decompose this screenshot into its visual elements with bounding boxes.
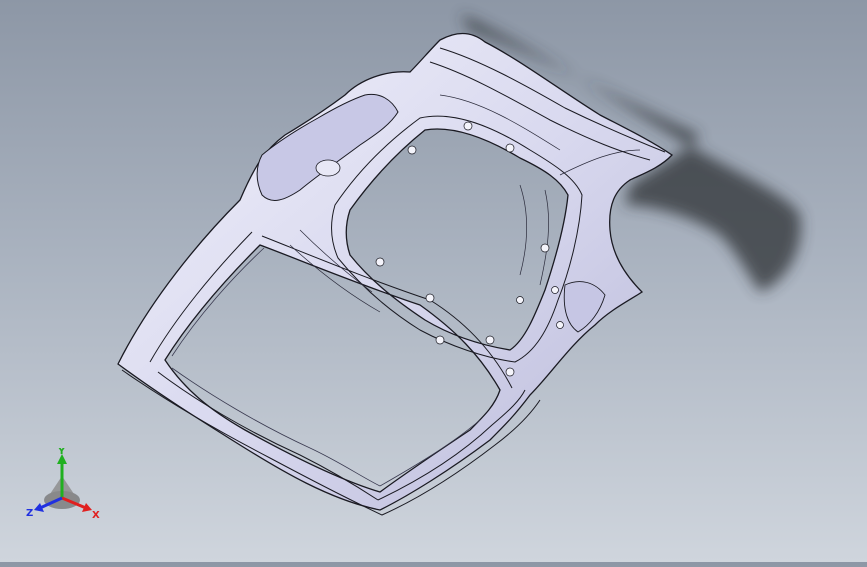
hinge-hole xyxy=(315,159,341,177)
x-axis-label: X xyxy=(92,510,100,521)
z-axis-label: Z xyxy=(26,508,33,519)
y-axis-label: Y xyxy=(57,448,66,457)
model-canvas[interactable] xyxy=(0,0,867,562)
coordinate-triad: Y X Z xyxy=(26,446,106,524)
tailgate-panel[interactable] xyxy=(117,32,673,511)
3d-viewport[interactable] xyxy=(0,0,867,562)
right-bracket xyxy=(563,281,606,333)
